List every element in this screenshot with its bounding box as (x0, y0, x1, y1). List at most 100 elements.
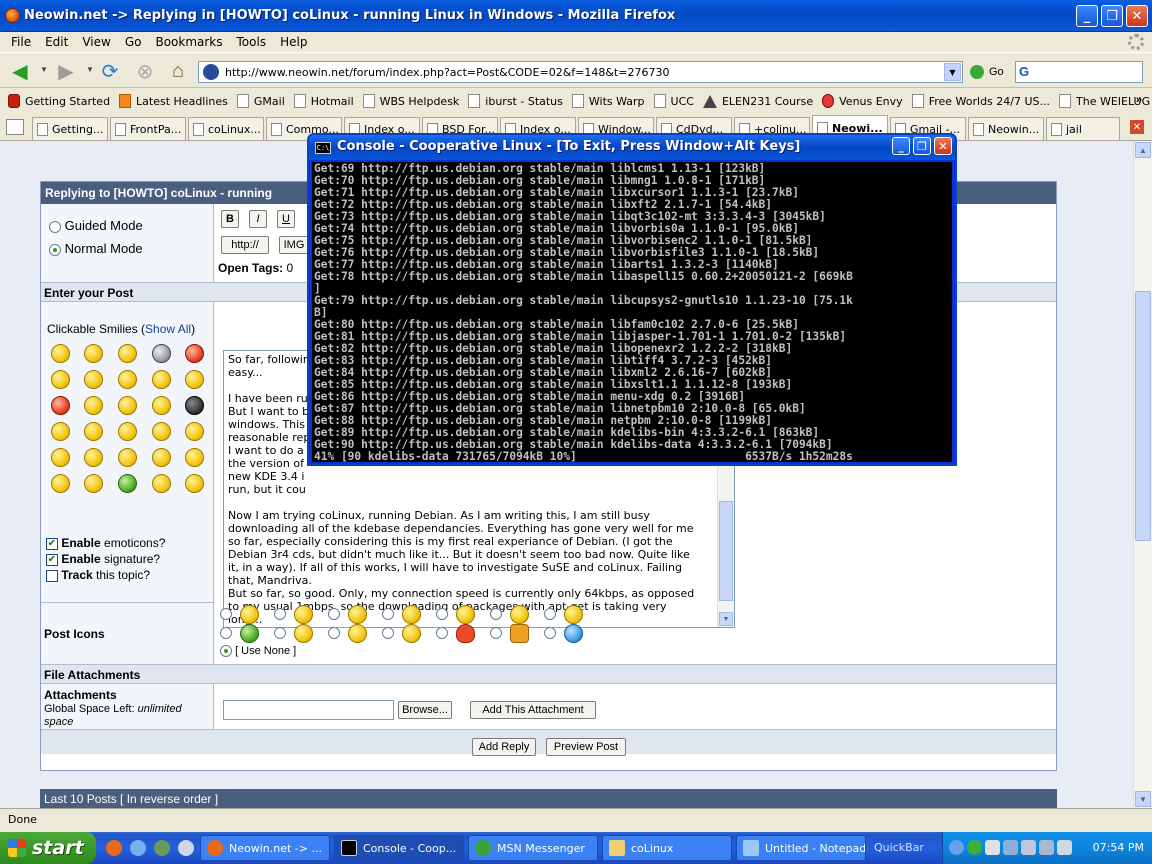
start-button[interactable]: start (0, 832, 96, 864)
enable-signature-checkbox[interactable]: ✔ (46, 553, 58, 566)
angry-smiley-icon[interactable] (185, 344, 204, 363)
quickbar-label[interactable]: QuickBar (874, 841, 924, 854)
http-button[interactable]: http:// (221, 236, 269, 254)
post-icon-radio[interactable] (382, 627, 394, 639)
guided-mode-option[interactable]: Guided Mode (49, 218, 143, 233)
tray-volume-icon[interactable] (1039, 840, 1054, 855)
bookmarks-overflow-icon[interactable]: » (1136, 94, 1142, 106)
ninja-smiley-icon[interactable] (185, 396, 204, 415)
back-dropdown-icon[interactable]: ▼ (40, 65, 48, 74)
enable-emoticons-checkbox[interactable]: ✔ (46, 537, 58, 550)
post-icon-radio[interactable] (274, 608, 286, 620)
smiley-icon[interactable] (84, 396, 103, 415)
post-icon-radio[interactable] (328, 627, 340, 639)
post-icon-radio[interactable] (490, 608, 502, 620)
smiley-icon[interactable] (185, 448, 204, 467)
new-tab-icon[interactable] (6, 119, 24, 135)
img-button[interactable]: IMG (279, 236, 309, 254)
console-close-button[interactable]: ✕ (934, 137, 952, 155)
console-output[interactable]: Get:69 http://ftp.us.debian.org stable/m… (312, 162, 952, 462)
console-window[interactable]: C:\ Console - Cooperative Linux - [To Ex… (307, 133, 957, 466)
smiley-icon[interactable] (51, 344, 70, 363)
smiley-icon[interactable] (118, 448, 137, 467)
normal-mode-radio[interactable] (49, 243, 61, 256)
firefox-titlebar[interactable]: Neowin.net -> Replying in [HOWTO] coLinu… (0, 0, 1152, 32)
tongue-smiley-icon[interactable] (118, 422, 137, 441)
stop-icon[interactable]: ⊗ (133, 60, 157, 83)
tab-jail[interactable]: jail (1046, 117, 1120, 140)
use-none-radio[interactable] (220, 645, 232, 658)
smiley-icon[interactable] (84, 370, 103, 389)
task-colinux-folder[interactable]: coLinux (602, 835, 732, 861)
grin-smiley-icon[interactable] (152, 396, 171, 415)
devil-smiley-icon[interactable] (51, 396, 70, 415)
task-firefox[interactable]: Neowin.net -> ... (200, 835, 330, 861)
preview-post-button[interactable]: Preview Post (546, 738, 626, 756)
smiley-icon[interactable] (118, 344, 137, 363)
bookmark-hotmail[interactable]: Hotmail (293, 94, 354, 108)
forward-dropdown-icon[interactable]: ▼ (86, 65, 94, 74)
add-reply-button[interactable]: Add Reply (472, 738, 536, 756)
console-minimize-button[interactable]: _ (892, 137, 910, 155)
close-tab-icon[interactable]: ✕ (1130, 120, 1144, 134)
bookmark-venus-envy[interactable]: Venus Envy (822, 94, 903, 108)
post-icon-radio[interactable] (436, 627, 448, 639)
show-all-link[interactable]: Show All (145, 322, 191, 336)
reload-icon[interactable]: ⟳ (98, 60, 122, 83)
smiley-icon[interactable] (51, 370, 70, 389)
tab-getting-started[interactable]: Getting... (32, 117, 108, 140)
tab-frontpage[interactable]: FrontPa... (110, 117, 186, 140)
firefox-launch-icon[interactable] (106, 840, 122, 856)
smiley-icon[interactable] (51, 474, 70, 493)
tray-network-icon[interactable] (985, 840, 1000, 855)
post-icon-radio[interactable] (544, 627, 556, 639)
scroll-up-icon[interactable]: ▲ (1135, 142, 1151, 158)
cool-smiley-icon[interactable] (118, 370, 137, 389)
smiley-icon[interactable] (84, 422, 103, 441)
smiley-icon[interactable] (152, 370, 171, 389)
attachment-file-input[interactable] (223, 700, 394, 720)
track-topic-checkbox[interactable] (46, 569, 58, 582)
tray-arrow-icon[interactable] (949, 840, 964, 855)
post-icon-radio[interactable] (220, 627, 232, 639)
console-maximize-button[interactable]: ❐ (913, 137, 931, 155)
italic-button[interactable]: I (249, 210, 267, 228)
bookmark-ucc[interactable]: UCC (653, 94, 694, 108)
minimize-button[interactable]: _ (1076, 5, 1098, 27)
task-notepad[interactable]: Untitled - Notepad (736, 835, 866, 861)
app-launch-icon[interactable] (178, 840, 194, 856)
console-titlebar[interactable]: C:\ Console - Cooperative Linux - [To Ex… (309, 135, 955, 160)
underline-button[interactable]: U (277, 210, 295, 228)
home-icon[interactable]: ⌂ (166, 60, 190, 82)
use-none-option[interactable]: [ Use None ] (220, 645, 296, 658)
bookmark-wbs-helpdesk[interactable]: WBS Helpdesk (362, 94, 459, 108)
laugh-smiley-icon[interactable] (84, 474, 103, 493)
search-input[interactable]: G (1015, 61, 1143, 83)
smiley-icon[interactable] (185, 370, 204, 389)
menu-tools[interactable]: Tools (230, 35, 274, 49)
forward-arrow-icon[interactable]: ▶ (54, 60, 78, 83)
post-icon-radio[interactable] (274, 627, 286, 639)
alien-smiley-icon[interactable] (152, 344, 171, 363)
bookmark-elen231[interactable]: ELEN231 Course (702, 94, 813, 108)
url-text[interactable]: http://www.neowin.net/forum/index.php?ac… (225, 66, 669, 79)
page-scroll-thumb[interactable] (1135, 291, 1151, 541)
smiley-icon[interactable] (152, 422, 171, 441)
bold-button[interactable]: B (221, 210, 239, 228)
bookmark-gmail[interactable]: GMail (236, 94, 285, 108)
bookmark-getting-started[interactable]: Getting Started (8, 94, 110, 108)
smiley-icon[interactable] (84, 344, 103, 363)
smiley-icon[interactable] (84, 448, 103, 467)
enable-emoticons-option[interactable]: ✔ Enable emoticons? (46, 536, 165, 550)
post-icon-radio[interactable] (382, 608, 394, 620)
bookmark-latest-headlines[interactable]: Latest Headlines (119, 94, 228, 108)
post-icon-radio[interactable] (220, 608, 232, 620)
url-bar[interactable]: http://www.neowin.net/forum/index.php?ac… (198, 61, 963, 83)
smiley-icon[interactable] (51, 448, 70, 467)
google-search-icon[interactable]: G (1019, 64, 1029, 79)
post-icon-radio[interactable] (544, 608, 556, 620)
bookmark-wits-warp[interactable]: Wits Warp (571, 94, 645, 108)
app-launch-icon[interactable] (154, 840, 170, 856)
scroll-down-icon[interactable]: ▼ (719, 612, 733, 626)
guided-mode-radio[interactable] (49, 220, 61, 233)
